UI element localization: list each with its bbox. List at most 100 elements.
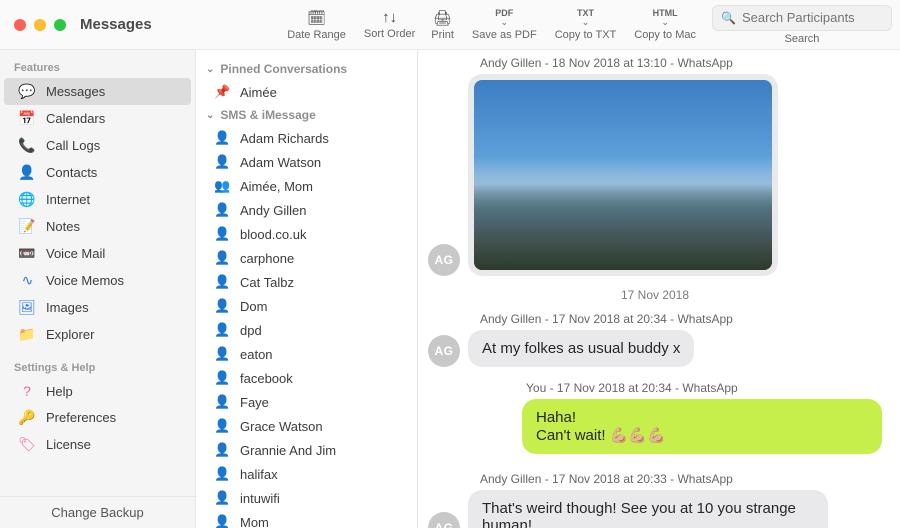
conversation-name: Aimée, Mom	[240, 179, 313, 194]
minimize-window-button[interactable]	[34, 19, 46, 31]
conversation-name: dpd	[240, 323, 262, 338]
conversation-item[interactable]: 📌 Aimée	[196, 80, 417, 104]
message-bubble[interactable]: That's weird though! See you at 10 you s…	[468, 490, 828, 528]
conversation-name: Cat Talbz	[240, 275, 294, 290]
globe-icon: 🌐	[18, 191, 36, 208]
sidebar-item-preferences[interactable]: 🔑 Preferences	[4, 404, 191, 431]
change-backup-button[interactable]: Change Backup	[0, 496, 195, 528]
date-range-button[interactable]: 🗓 Date Range	[287, 9, 346, 41]
message-image-bubble[interactable]	[468, 74, 778, 276]
conversation-list: ⌄ Pinned Conversations 📌 Aimée ⌄ SMS & i…	[196, 50, 418, 528]
sidebar-item-label: Call Logs	[46, 138, 100, 153]
sort-icon: ↑↓	[382, 9, 397, 26]
message-block-outgoing: You - 17 Nov 2018 at 20:34 - WhatsApp Ha…	[428, 379, 882, 466]
conversation-item[interactable]: 👤eaton	[196, 342, 417, 366]
zoom-window-button[interactable]	[54, 19, 66, 31]
conversation-item[interactable]: 👤facebook	[196, 366, 417, 390]
sidebar-item-explorer[interactable]: 📁 Explorer	[4, 321, 191, 348]
messages-pane: Andy Gillen - 18 Nov 2018 at 13:10 - Wha…	[418, 50, 900, 528]
conversation-item[interactable]: 👤carphone	[196, 246, 417, 270]
pinned-section-header[interactable]: ⌄ Pinned Conversations	[196, 58, 417, 80]
search-input[interactable]	[742, 10, 883, 25]
message-bubble-outgoing[interactable]: Haha! Can't wait! 💪🏼💪🏼💪🏼	[522, 399, 882, 454]
chevron-down-icon: ⌄	[661, 18, 669, 27]
sidebar-item-messages[interactable]: 💬 Messages	[4, 78, 191, 105]
close-window-button[interactable]	[14, 19, 26, 31]
message-text: That's weird though! See you at 10 you s…	[482, 500, 796, 528]
sidebar-item-label: Explorer	[46, 327, 94, 342]
conversation-item[interactable]: 👤Cat Talbz	[196, 270, 417, 294]
search-box[interactable]: 🔍	[712, 5, 892, 31]
sidebar-item-calendars[interactable]: 📅 Calendars	[4, 105, 191, 132]
message-block: Andy Gillen - 17 Nov 2018 at 20:34 - Wha…	[428, 312, 882, 367]
date-separator: 17 Nov 2018	[428, 288, 882, 302]
message-meta: Andy Gillen - 18 Nov 2018 at 13:10 - Wha…	[480, 56, 882, 70]
image-placeholder	[474, 80, 772, 270]
sidebar-item-notes[interactable]: 📝 Notes	[4, 213, 191, 240]
chevron-down-icon: ⌄	[582, 18, 590, 27]
sidebar: Features 💬 Messages 📅 Calendars 📞 Call L…	[0, 50, 196, 528]
search-label: Search	[785, 33, 820, 45]
sidebar-item-internet[interactable]: 🌐 Internet	[4, 186, 191, 213]
conversation-item[interactable]: 👤Adam Richards	[196, 126, 417, 150]
toolbar-group-left: 🗓 Date Range ↑↓ Sort Order	[287, 9, 415, 41]
sidebar-item-label: Calendars	[46, 111, 105, 126]
conversation-item[interactable]: 👤 Grace Watson	[196, 414, 417, 438]
person-icon: 👤	[214, 202, 228, 218]
sidebar-item-images[interactable]: 🖼 Images	[4, 294, 191, 321]
chevron-down-icon: ⌄	[501, 18, 509, 27]
conversation-name: intuwifi	[240, 491, 280, 506]
printer-icon: 🖨	[433, 9, 452, 27]
pin-icon: 📌	[214, 84, 228, 100]
sort-order-label: Sort Order	[364, 28, 415, 40]
message-icon: 💬	[18, 83, 36, 100]
conversation-item[interactable]: 👥Aimée, Mom	[196, 174, 417, 198]
copy-mac-label: Copy to Mac	[634, 29, 696, 41]
sidebar-item-label: Notes	[46, 219, 80, 234]
conversation-name: facebook	[240, 371, 293, 386]
conversation-item[interactable]: 👤 intuwifi	[196, 486, 417, 510]
sidebar-item-label: Voice Mail	[46, 246, 105, 261]
person-icon: 👤	[214, 418, 228, 434]
conversation-item[interactable]: 👤halifax	[196, 462, 417, 486]
folder-icon: 📁	[18, 326, 36, 343]
conversation-item[interactable]: 👤dpd	[196, 318, 417, 342]
sidebar-item-contacts[interactable]: 👤 Contacts	[4, 159, 191, 186]
sidebar-item-voice-mail[interactable]: 📼 Voice Mail	[4, 240, 191, 267]
conversation-item[interactable]: 👤Mom	[196, 510, 417, 528]
conversation-item[interactable]: 👤Grannie And Jim	[196, 438, 417, 462]
conversation-item[interactable]: 👤Dom	[196, 294, 417, 318]
sidebar-item-label: Help	[46, 384, 73, 399]
html-icon: HTML ⌄	[653, 9, 678, 27]
person-icon: 👤	[214, 466, 228, 482]
conversation-item[interactable]: 👤Andy Gillen	[196, 198, 417, 222]
sidebar-item-voice-memos[interactable]: ∿ Voice Memos	[4, 267, 191, 294]
sidebar-item-license[interactable]: 🏷 License	[4, 431, 191, 458]
sidebar-item-label: Contacts	[46, 165, 97, 180]
conversation-name: Grace Watson	[240, 419, 323, 434]
sidebar-item-help[interactable]: ? Help	[4, 378, 191, 404]
sidebar-item-call-logs[interactable]: 📞 Call Logs	[4, 132, 191, 159]
message-bubble[interactable]: At my folkes as usual buddy x	[468, 330, 694, 367]
conversation-item[interactable]: 👤blood.co.uk	[196, 222, 417, 246]
sidebar-item-label: Images	[46, 300, 89, 315]
conversation-name: Aimée	[240, 85, 277, 100]
save-pdf-button[interactable]: PDF ⌄ Save as PDF	[472, 9, 537, 41]
copy-txt-button[interactable]: TXT ⌄ Copy to TXT	[555, 9, 617, 41]
copy-mac-button[interactable]: HTML ⌄ Copy to Mac	[634, 9, 696, 41]
app-title: Messages	[80, 16, 152, 33]
conversation-item[interactable]: 👤 Adam Watson	[196, 150, 417, 174]
person-icon: 👤	[214, 154, 228, 170]
conversation-name: Dom	[240, 299, 267, 314]
message-block: Andy Gillen - 17 Nov 2018 at 20:33 - Wha…	[428, 472, 882, 528]
person-icon: 👤	[214, 490, 228, 506]
message-text: Can't wait! 💪🏼💪🏼💪🏼	[536, 426, 868, 444]
conversation-item[interactable]: 👤Faye	[196, 390, 417, 414]
chevron-down-icon: ⌄	[206, 64, 214, 75]
sort-order-button[interactable]: ↑↓ Sort Order	[364, 9, 415, 41]
print-button[interactable]: 🖨 Print	[431, 9, 454, 41]
date-range-label: Date Range	[287, 29, 346, 41]
pinned-section-label: Pinned Conversations	[220, 62, 347, 76]
conversation-name: Adam Watson	[240, 155, 321, 170]
sms-section-header[interactable]: ⌄ SMS & iMessage	[196, 104, 417, 126]
